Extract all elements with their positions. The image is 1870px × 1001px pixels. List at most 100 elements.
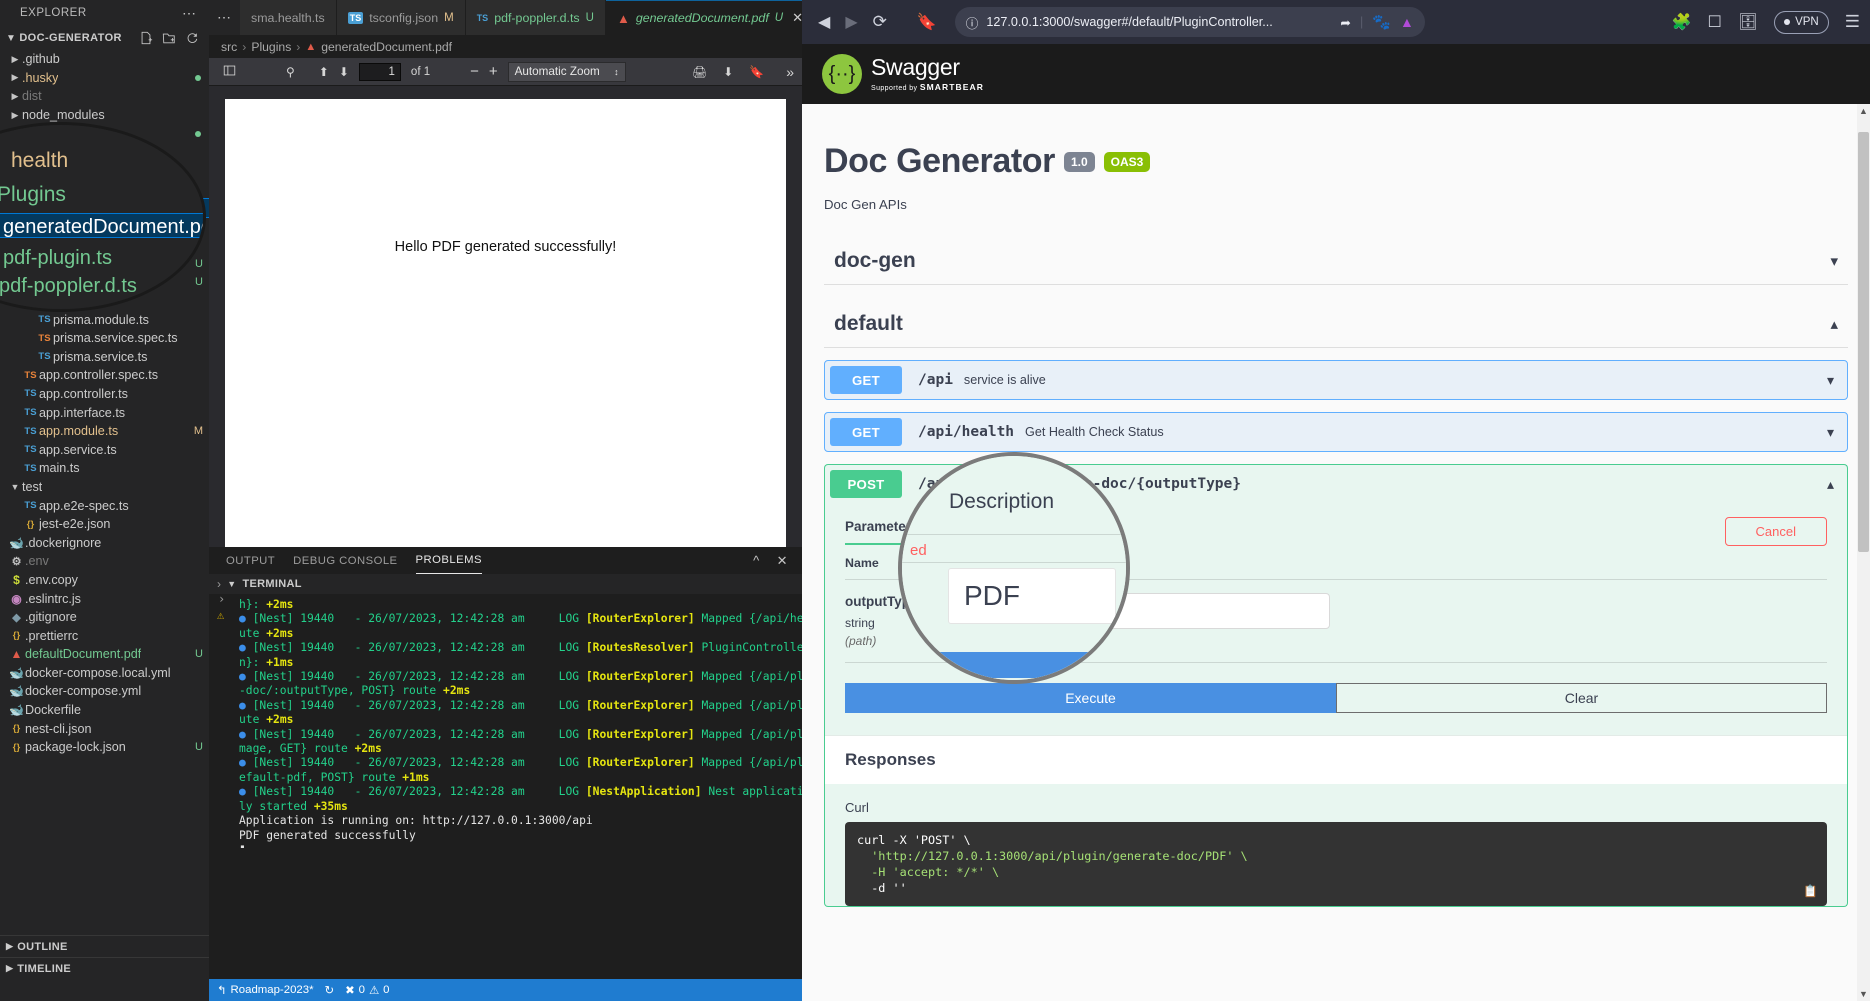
cancel-button[interactable]: Cancel xyxy=(1725,517,1827,546)
browser-menu-icon[interactable]: ☰ xyxy=(1845,12,1860,32)
output-type-input[interactable] xyxy=(1020,593,1330,629)
tree-item[interactable]: TSpdf-plugin.ts xyxy=(0,217,209,236)
tree-item[interactable]: TSapp.service.ts xyxy=(0,440,209,459)
chevron-down-icon[interactable]: ▾ xyxy=(1830,252,1838,270)
breadcrumb-plugins[interactable]: Plugins xyxy=(251,40,291,54)
panel-tab-problems[interactable]: PROBLEMS xyxy=(416,547,482,574)
sidebar-toggle-icon[interactable]: ☐ xyxy=(1707,12,1721,32)
tree-item[interactable]: ▶node_modules xyxy=(0,106,209,125)
tree-item[interactable]: TSapp.controller.ts xyxy=(0,385,209,404)
tree-item[interactable]: 🐋docker-compose.yml xyxy=(0,682,209,701)
tree-item[interactable]: TSapp.module.tsM xyxy=(0,422,209,441)
tab-sma-health[interactable]: sma.health.ts xyxy=(240,0,337,35)
tree-item[interactable]: ▶health xyxy=(0,162,209,181)
page-scrollbar[interactable]: ▲ ▼ xyxy=(1857,104,1870,1001)
tree-item[interactable]: TSapp.interface.ts xyxy=(0,403,209,422)
copy-icon[interactable]: 📋 xyxy=(1803,883,1818,899)
tree-item[interactable]: ◉.eslintrc.js xyxy=(0,589,209,608)
share-icon[interactable]: ➦ xyxy=(1340,15,1351,30)
back-icon[interactable]: ◀ xyxy=(818,12,830,32)
tree-item[interactable]: TSplugin.controller.tsU xyxy=(0,255,209,274)
next-page-icon[interactable]: ⬇ xyxy=(339,65,349,79)
tree-item[interactable]: ▶Plugins xyxy=(0,180,209,199)
chevron-down-icon[interactable]: ▾ xyxy=(1827,424,1842,441)
tree-item[interactable]: $.env.copy xyxy=(0,571,209,590)
tab-parameters[interactable]: Parameters xyxy=(845,519,919,545)
find-icon[interactable]: ⚲ xyxy=(246,65,295,79)
tab-generated-document-pdf[interactable]: ▲ generatedDocument.pdf U ✕ xyxy=(606,0,802,35)
tree-item[interactable]: TSapp.controller.spec.ts xyxy=(0,366,209,385)
status-problems[interactable]: ✖ 0 ⚠ 0 xyxy=(345,983,389,997)
curl-code-block[interactable]: curl -X 'POST' \ 'http://127.0.0.1:3000/… xyxy=(845,822,1827,906)
chevron-up-icon[interactable]: ▴ xyxy=(1830,315,1838,333)
tree-item[interactable]: TSprisma.module.ts xyxy=(0,310,209,329)
tree-item[interactable]: ◆.gitignore xyxy=(0,608,209,627)
extensions-icon[interactable]: 🧩 xyxy=(1672,12,1692,32)
previous-page-icon[interactable]: ⬆ xyxy=(305,65,329,79)
panel-tab-output[interactable]: OUTPUT xyxy=(226,547,275,574)
status-branch[interactable]: ↰ Roadmap-2023* xyxy=(217,983,314,997)
collapse-panel-icon[interactable]: ^ xyxy=(753,553,760,569)
tree-item[interactable]: 🐋docker-compose.local.yml xyxy=(0,664,209,683)
page-number-input[interactable]: 1 xyxy=(359,63,401,81)
tree-item[interactable]: 🐋Dockerfile xyxy=(0,701,209,720)
tag-header-default[interactable]: default ▴ xyxy=(824,303,1848,348)
scrollbar-thumb[interactable] xyxy=(1858,132,1869,552)
tree-item[interactable]: ▶.github xyxy=(0,50,209,69)
zoom-in-icon[interactable]: + xyxy=(489,63,498,80)
sidebar-toggle-icon[interactable] xyxy=(217,64,236,80)
outline-section[interactable]: ▶ OUTLINE xyxy=(0,935,209,957)
tab-tsconfig-json[interactable]: TS tsconfig.json M xyxy=(337,0,466,35)
operation-post-generate-doc[interactable]: POST /api/plugin/generate-doc/{outputTyp… xyxy=(824,464,1848,503)
new-file-icon[interactable] xyxy=(139,31,153,45)
chevron-right-icon[interactable]: › xyxy=(218,594,225,606)
tools-more-icon[interactable]: » xyxy=(774,64,794,80)
project-root-header[interactable]: ▼ DOC-GENERATOR xyxy=(0,26,209,50)
reload-icon[interactable]: ⟳ xyxy=(873,12,887,32)
breadcrumb-src[interactable]: src xyxy=(221,40,237,54)
tree-item[interactable]: ▲generatedDocument.pdf xyxy=(0,199,209,218)
tree-item[interactable]: {}jest-e2e.json xyxy=(0,515,209,534)
tree-item[interactable]: ▶dist xyxy=(0,87,209,106)
tree-item[interactable]: ▶prisma xyxy=(0,124,209,143)
tree-item[interactable]: ⚙.env xyxy=(0,552,209,571)
tree-item[interactable]: {}nest-cli.json xyxy=(0,719,209,738)
close-panel-icon[interactable]: ✕ xyxy=(777,553,788,569)
tab-pdf-poppler-dts[interactable]: TS pdf-poppler.d.ts U xyxy=(466,0,606,35)
panel-tab-debug-console[interactable]: DEBUG CONSOLE xyxy=(293,547,397,574)
tree-item[interactable]: TSmain.ts xyxy=(0,459,209,478)
tree-item[interactable]: TSapp.e2e-spec.ts xyxy=(0,496,209,515)
leo-ai-icon[interactable]: ▲ xyxy=(1400,14,1414,30)
address-bar[interactable]: ⓘ 127.0.0.1:3000/swagger#/default/Plugin… xyxy=(955,7,1425,37)
status-sync[interactable]: ↻ xyxy=(325,983,335,997)
tree-item[interactable]: ▼test xyxy=(0,478,209,497)
tree-item[interactable]: TSprisma.service.ts xyxy=(0,348,209,367)
tree-item[interactable]: ▶.husky xyxy=(0,69,209,88)
chevron-up-icon[interactable]: ▴ xyxy=(1827,476,1842,493)
tag-header-doc-gen[interactable]: doc-gen ▾ xyxy=(824,240,1848,285)
tree-item[interactable]: 🐋.dockerignore xyxy=(0,533,209,552)
download-icon[interactable]: ⬇ xyxy=(717,65,733,79)
print-icon[interactable]: 🖨 xyxy=(692,65,707,79)
timeline-section[interactable]: ▶ TIMELINE xyxy=(0,957,209,979)
scroll-up-icon[interactable]: ▲ xyxy=(1857,106,1870,116)
tree-item[interactable]: ▼prisma xyxy=(0,292,209,311)
wallet-icon[interactable]: 🗄 xyxy=(1738,12,1758,32)
breadcrumb-file[interactable]: generatedDocument.pdf xyxy=(321,40,452,54)
tree-item[interactable]: TSpdf-poppler.d.ts xyxy=(0,236,209,255)
site-info-icon[interactable]: ⓘ xyxy=(966,13,979,32)
tree-item[interactable]: ▲defaultDocument.pdfU xyxy=(0,645,209,664)
explorer-more-icon[interactable]: ⋯ xyxy=(182,5,197,22)
swagger-logo[interactable]: {··} Swagger Supported by SMARTBEAR xyxy=(822,54,984,94)
brave-shields-icon[interactable]: 🐾 xyxy=(1372,13,1391,31)
bookmark-icon[interactable]: 🔖 xyxy=(743,65,764,79)
vpn-button[interactable]: VPN xyxy=(1774,11,1829,34)
close-icon[interactable]: ✕ xyxy=(792,10,802,26)
operation-get-api[interactable]: GET /api service is alive ▾ xyxy=(824,360,1848,400)
clear-button[interactable]: Clear xyxy=(1336,683,1827,713)
bookmark-icon[interactable]: 🔖 xyxy=(899,12,937,32)
new-folder-icon[interactable] xyxy=(162,31,176,45)
tree-item[interactable]: TSplugin.module.tsU xyxy=(0,273,209,292)
tree-item[interactable]: {}.prettierrc xyxy=(0,626,209,645)
execute-button[interactable]: Execute xyxy=(845,683,1336,713)
